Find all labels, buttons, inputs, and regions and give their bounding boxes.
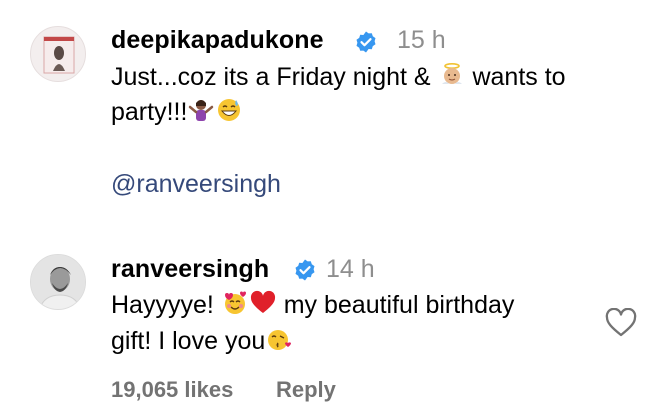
reply-button[interactable]: Reply bbox=[276, 377, 336, 403]
comment-text: wants to bbox=[465, 63, 566, 91]
comment-text: gift! I love you bbox=[111, 327, 266, 355]
comment-username[interactable]: deepikapadukone bbox=[111, 26, 324, 55]
comment-text: Just...coz its a Friday night & bbox=[111, 63, 438, 91]
comment-text-line: Hayyyye! my beautiful birthday bbox=[111, 290, 514, 320]
kissing-face-emoji bbox=[268, 330, 292, 350]
avatar[interactable] bbox=[30, 254, 86, 310]
avatar[interactable] bbox=[30, 26, 86, 82]
comment-text-line: gift! I love you bbox=[111, 326, 293, 356]
grinning-sweat-emoji bbox=[218, 99, 241, 121]
comment-text: party!!! bbox=[111, 98, 188, 126]
comment-timestamp: 15 h bbox=[397, 26, 446, 54]
mention-link[interactable]: @ranveersingh bbox=[111, 170, 281, 199]
verified-badge-icon bbox=[295, 259, 315, 281]
comment-text: my beautiful birthday bbox=[276, 291, 515, 319]
comment-timestamp: 14 h bbox=[326, 255, 375, 283]
baby-angel-emoji bbox=[441, 62, 462, 84]
verified-badge-icon bbox=[356, 31, 376, 53]
comment-text: Hayyyye! bbox=[111, 291, 221, 319]
like-heart-icon[interactable] bbox=[605, 308, 637, 338]
likes-count[interactable]: 19,065 likes bbox=[111, 377, 233, 403]
red-heart-emoji bbox=[250, 290, 275, 313]
comment-text-line: party!!! bbox=[111, 97, 243, 127]
comment-text-line: Just...coz its a Friday night & wants to bbox=[111, 62, 566, 92]
woman-shrugging-emoji bbox=[189, 100, 214, 121]
smiling-hearts-emoji bbox=[224, 291, 246, 314]
comment-username[interactable]: ranveersingh bbox=[111, 255, 269, 284]
